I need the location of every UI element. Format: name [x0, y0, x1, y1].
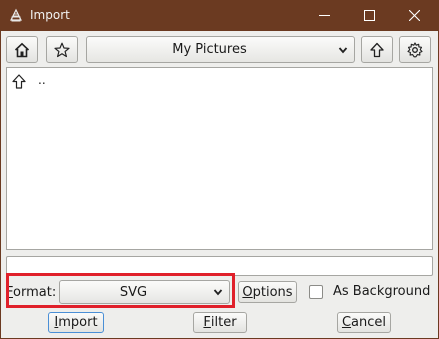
location-dropdown[interactable]: My Pictures: [86, 36, 355, 63]
file-list[interactable]: ..: [6, 67, 433, 250]
dialog-body: My Pictures .. Format: SVG O ptions As B…: [1, 31, 438, 338]
title-bar[interactable]: Import: [0, 0, 439, 31]
file-name: ..: [38, 72, 46, 87]
chevron-down-icon: [338, 46, 348, 53]
up-arrow-icon: [370, 42, 384, 57]
filter-button[interactable]: Filter: [193, 312, 247, 333]
close-button[interactable]: [392, 0, 436, 31]
maximize-button[interactable]: [347, 0, 391, 31]
star-icon: [54, 42, 70, 57]
filter-label: ilter: [210, 315, 237, 330]
options-button[interactable]: Options: [238, 281, 297, 303]
as-background-label[interactable]: As Background: [333, 284, 430, 299]
options-mnemonic: O: [242, 284, 253, 300]
parent-folder-button[interactable]: [361, 36, 393, 63]
minimize-button[interactable]: [302, 0, 346, 31]
settings-button[interactable]: [399, 36, 431, 63]
minimize-icon: [318, 15, 330, 16]
as-background-checkbox[interactable]: [309, 285, 323, 299]
home-icon: [14, 42, 30, 57]
bookmark-button[interactable]: [46, 36, 78, 63]
cancel-button[interactable]: Cancel: [337, 312, 391, 333]
filter-mnemonic: F: [203, 315, 211, 330]
format-highlight: [6, 273, 235, 308]
close-icon: [408, 10, 420, 21]
location-value: My Pictures: [172, 42, 247, 57]
maximize-icon: [363, 10, 375, 21]
home-button[interactable]: [6, 36, 38, 63]
up-arrow-icon: [12, 73, 26, 89]
import-label: mport: [58, 315, 98, 330]
import-dialog: Import My Pictures .. Format: SVG O ptio…: [0, 0, 439, 339]
cancel-mnemonic: C: [341, 315, 352, 330]
window-title: Import: [30, 8, 70, 22]
list-item[interactable]: ..: [12, 72, 46, 90]
cancel-label: ancel: [351, 315, 387, 330]
gear-icon: [407, 41, 423, 57]
inkscape-icon: [10, 8, 22, 22]
options-label: ptions: [252, 284, 293, 300]
import-button[interactable]: Import: [48, 312, 104, 333]
